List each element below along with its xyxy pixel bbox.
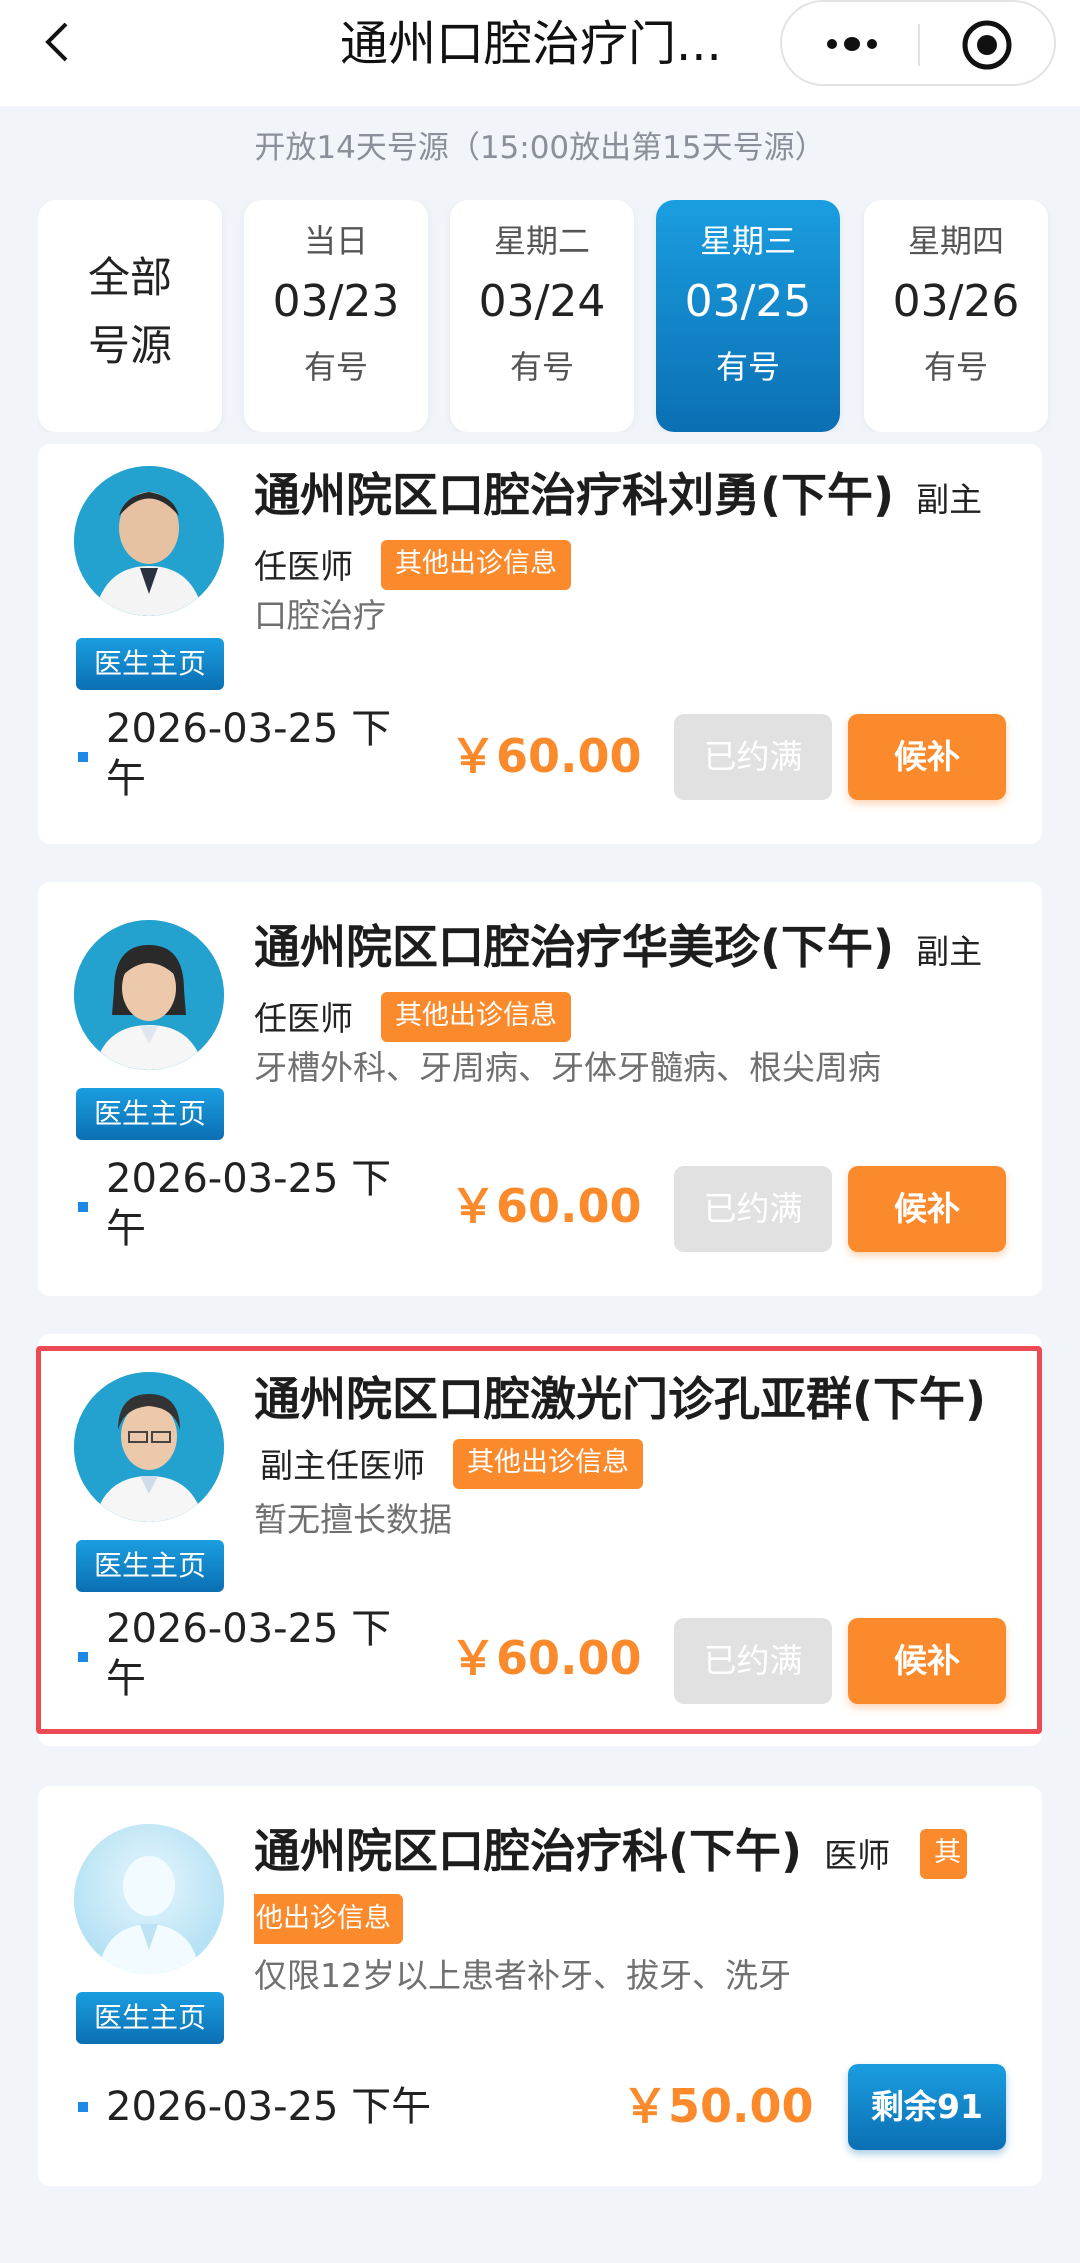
doctor-name: 通州院区口腔治疗华美珍(下午) xyxy=(254,920,895,974)
tab-date-0326[interactable]: 星期四 03/26 有号 xyxy=(864,200,1048,432)
doctor-specialty: 牙槽外科、牙周病、牙体牙髓病、根尖周病 xyxy=(254,1048,881,1087)
slot-time: 2026-03-25 下午 xyxy=(106,1606,392,1702)
slot-time: 2026-03-25 下午 xyxy=(106,2084,432,2130)
doctor-rank: 医师 xyxy=(824,1836,891,1875)
tab-status: 有号 xyxy=(923,348,988,386)
doctor-homepage-button[interactable]: 医生主页 xyxy=(76,638,224,690)
slot-bullet xyxy=(78,1652,88,1662)
doctor-homepage-button[interactable]: 医生主页 xyxy=(76,1992,224,2044)
doctor-name: 通州院区口腔治疗科刘勇(下午) xyxy=(254,468,895,522)
default-avatar-icon xyxy=(74,1824,224,1974)
doctor-title: 通州院区口腔治疗科刘勇(下午) 副主任医师 其他出诊信息 xyxy=(254,464,1014,598)
tab-status: 有号 xyxy=(715,348,780,386)
doctor-rank: 副主任医师 xyxy=(260,1446,425,1485)
tab-date: 03/23 xyxy=(272,276,400,327)
more-icon[interactable] xyxy=(822,26,882,62)
other-schedule-tag[interactable]: 其他出诊信息 xyxy=(453,1439,644,1489)
tab-weekday: 当日 xyxy=(303,222,368,260)
tab-date-0325-selected[interactable]: 星期三 03/25 有号 xyxy=(656,200,840,432)
tab-all-slots[interactable]: 全部号源 xyxy=(38,200,222,432)
slot-price: ￥60.00 xyxy=(450,1179,642,1233)
doctor-card[interactable]: 医生主页 通州院区口腔治疗华美珍(下午) 副主任医师 其他出诊信息 牙槽外科、牙… xyxy=(38,882,1042,1296)
waitlist-button[interactable]: 候补 xyxy=(848,1618,1006,1704)
tab-date: 03/24 xyxy=(478,276,606,327)
tab-weekday: 星期三 xyxy=(699,222,796,260)
tab-date-0324[interactable]: 星期二 03/24 有号 xyxy=(450,200,634,432)
slot-bullet xyxy=(78,752,88,762)
doctor-title: 通州院区口腔治疗科(下午) 医师 其 xyxy=(254,1820,1014,1887)
back-icon[interactable] xyxy=(36,18,84,66)
doctor-card[interactable]: 医生主页 通州院区口腔治疗科(下午) 医师 其 他出诊信息 仅限12岁以上患者补… xyxy=(38,1786,1042,2186)
fully-booked-button: 已约满 xyxy=(674,1618,832,1704)
doctor-homepage-button[interactable]: 医生主页 xyxy=(76,1540,224,1592)
remaining-slots-button[interactable]: 剩余91 xyxy=(848,2064,1006,2150)
slot-price: ￥50.00 xyxy=(622,2079,814,2133)
doctor-title: 通州院区口腔治疗华美珍(下午) 副主任医师 其他出诊信息 xyxy=(254,916,1014,1050)
doctor-homepage-button[interactable]: 医生主页 xyxy=(76,1088,224,1140)
doctor-name: 通州院区口腔治疗科(下午) xyxy=(254,1824,803,1878)
slot-bullet xyxy=(78,2102,88,2112)
mini-program-capsule xyxy=(780,0,1056,86)
tab-all-label: 全部号源 xyxy=(87,253,172,370)
slot-time: 2026-03-25 下午 xyxy=(106,706,392,802)
doctor-avatar xyxy=(74,1372,224,1522)
tab-weekday: 星期二 xyxy=(493,222,590,260)
doctor-avatar xyxy=(74,466,224,616)
tab-status: 有号 xyxy=(509,348,574,386)
close-target-icon[interactable] xyxy=(960,18,1014,72)
slot-time: 2026-03-25 下午 xyxy=(106,1156,392,1252)
doctor-name: 通州院区口腔激光门诊孔亚群(下午) xyxy=(254,1372,987,1426)
tab-status: 有号 xyxy=(303,348,368,386)
capsule-divider xyxy=(918,24,920,66)
tab-date: 03/25 xyxy=(684,276,812,327)
doctor-title: 通州院区口腔激光门诊孔亚群(下午) 副主任医师 其他出诊信息 xyxy=(254,1368,1014,1497)
other-schedule-tag[interactable]: 其他出诊信息 xyxy=(381,992,572,1042)
slot-price: ￥60.00 xyxy=(450,1631,642,1685)
doctor-specialty: 口腔治疗 xyxy=(254,596,386,635)
slot-bullet xyxy=(78,1202,88,1212)
other-schedule-tag-continued[interactable]: 他出诊信息 xyxy=(254,1894,403,1944)
fully-booked-button: 已约满 xyxy=(674,1166,832,1252)
tab-date-0323[interactable]: 当日 03/23 有号 xyxy=(244,200,428,432)
doctor-specialty: 仅限12岁以上患者补牙、拔牙、洗牙 xyxy=(254,1956,791,1995)
tab-weekday: 星期四 xyxy=(907,222,1004,260)
waitlist-button[interactable]: 候补 xyxy=(848,1166,1006,1252)
doctor-card[interactable]: 医生主页 通州院区口腔治疗科刘勇(下午) 副主任医师 其他出诊信息 口腔治疗 2… xyxy=(38,444,1042,844)
date-tabs: 全部号源 当日 03/23 有号 星期二 03/24 有号 星期三 03/25 … xyxy=(38,200,1080,432)
page-title: 通州口腔治疗门... xyxy=(340,16,722,72)
schedule-notice: 开放14天号源（15:00放出第15天号源） xyxy=(254,130,826,166)
other-schedule-tag[interactable]: 其他出诊信息 xyxy=(381,540,572,590)
doctor-specialty: 暂无擅长数据 xyxy=(254,1500,452,1539)
fully-booked-button: 已约满 xyxy=(674,714,832,800)
doctor-card[interactable]: 医生主页 通州院区口腔激光门诊孔亚群(下午) 副主任医师 其他出诊信息 暂无擅长… xyxy=(38,1334,1042,1746)
doctor-avatar xyxy=(74,920,224,1070)
slot-price: ￥60.00 xyxy=(450,729,642,783)
waitlist-button[interactable]: 候补 xyxy=(848,714,1006,800)
tab-date: 03/26 xyxy=(892,276,1020,327)
nav-bar: 通州口腔治疗门... xyxy=(0,0,1080,106)
other-schedule-tag[interactable]: 其 xyxy=(920,1829,968,1879)
